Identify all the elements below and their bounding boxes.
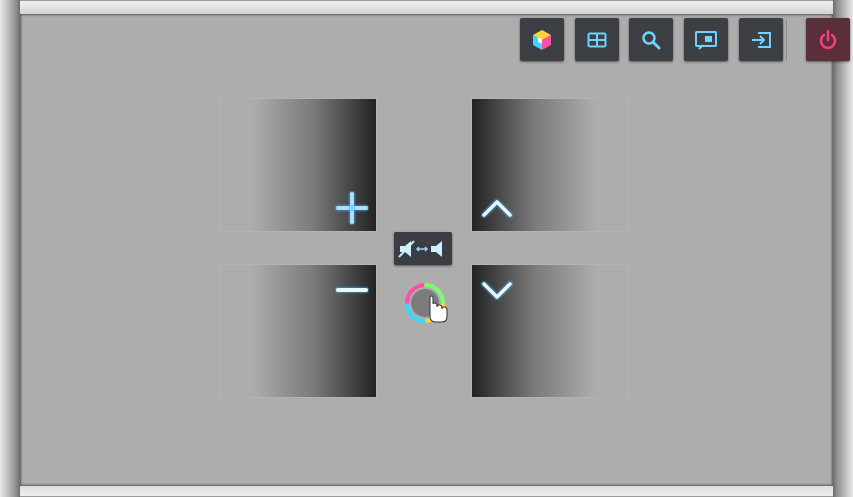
- pointer-home-button[interactable]: [404, 282, 452, 330]
- search-button[interactable]: [629, 18, 673, 61]
- volume-down-pad[interactable]: [220, 264, 377, 398]
- mute-toggle-icon: [398, 239, 442, 258]
- smart-hub-cube-button[interactable]: [520, 18, 564, 61]
- grid-icon: [587, 32, 607, 47]
- power-icon: [819, 29, 837, 49]
- channel-up-pad[interactable]: [471, 98, 628, 232]
- volume-up-pad[interactable]: [220, 98, 377, 232]
- grid-button[interactable]: [575, 18, 619, 61]
- frame-bezel-left: [0, 0, 20, 497]
- search-icon: [642, 30, 661, 49]
- screen-mirror-button[interactable]: [684, 18, 728, 61]
- minus-icon: [335, 286, 369, 294]
- power-button[interactable]: [806, 18, 850, 61]
- source-input-icon: [752, 31, 771, 48]
- cube-icon: [533, 29, 551, 50]
- tv-screen: [20, 14, 850, 486]
- frame-bezel-right: [833, 0, 853, 497]
- screen-mirror-icon: [695, 30, 717, 50]
- mute-toggle-button[interactable]: [394, 232, 452, 265]
- color-ring-hand-icon: [405, 283, 448, 323]
- chevron-up-icon: [480, 198, 514, 219]
- source-button[interactable]: [739, 18, 783, 61]
- plus-icon: [335, 191, 369, 225]
- channel-down-pad[interactable]: [471, 264, 628, 398]
- toolbar-divider: [786, 20, 787, 60]
- chevron-down-icon: [480, 280, 514, 301]
